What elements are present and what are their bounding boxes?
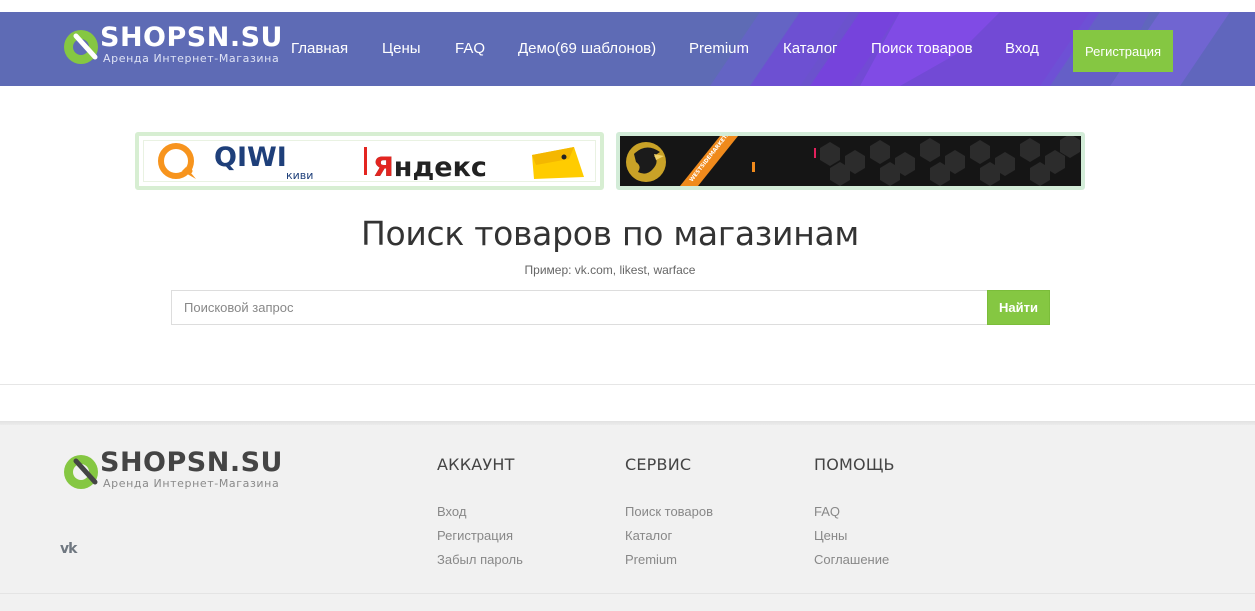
page: SHOPSN.SU Аренда Интернет-Магазина Главн… — [0, 0, 1255, 611]
footer-col-account: АККАУНТ Вход Регистрация Забыл пароль — [437, 455, 523, 576]
nav-home[interactable]: Главная — [291, 40, 348, 57]
footer-col-help: ПОМОЩЬ FAQ Цены Соглашение — [814, 455, 895, 576]
site-header: SHOPSN.SU Аренда Интернет-Магазина Главн… — [0, 12, 1255, 86]
footer-link-login[interactable]: Вход — [437, 504, 523, 528]
site-footer: SHOPSN.SU Аренда Интернет-Магазина vk АК… — [0, 425, 1255, 611]
logo-name: SHOPSN.SU — [100, 22, 283, 53]
search-title: Поиск товаров по магазинам — [361, 214, 859, 253]
register-button[interactable]: Регистрация — [1073, 30, 1173, 72]
footer-links: Поиск товаров Каталог Premium — [625, 504, 713, 576]
footer-link-forgot-password[interactable]: Забыл пароль — [437, 552, 523, 576]
nav-catalog[interactable]: Каталог — [783, 40, 838, 57]
header-logo[interactable]: SHOPSN.SU Аренда Интернет-Магазина — [62, 22, 282, 68]
footer-link-register[interactable]: Регистрация — [437, 528, 523, 552]
footer-links: Вход Регистрация Забыл пароль — [437, 504, 523, 576]
nav-demo[interactable]: Демо(69 шаблонов) — [518, 40, 656, 57]
footer-logo[interactable]: SHOPSN.SU Аренда Интернет-Магазина — [62, 447, 282, 493]
footer-logo-tagline: Аренда Интернет-Магазина — [103, 477, 280, 490]
search-hint: Пример: vk.com, likest, warface — [524, 263, 696, 277]
footer-col-title: АККАУНТ — [437, 455, 515, 474]
westsidemarket-banner-art: WESTSIDEMARKET.COM — [620, 136, 1081, 186]
nav-login[interactable]: Вход — [1005, 40, 1039, 57]
vk-icon[interactable]: vk — [60, 541, 77, 557]
footer-link-faq[interactable]: FAQ — [814, 504, 895, 528]
search-button[interactable]: Найти — [987, 290, 1050, 325]
footer-bottom-line — [0, 593, 1255, 594]
qiwi-sub: киви — [286, 169, 313, 181]
footer-link-product-search[interactable]: Поиск товаров — [625, 504, 713, 528]
footer-logo-badge-icon — [64, 455, 98, 489]
content-divider — [0, 384, 1255, 385]
qiwi-yandex-banner[interactable]: QIWI киви Яндекс Я — [135, 132, 604, 190]
footer-col-title: ПОМОЩЬ — [814, 455, 895, 474]
footer-links: FAQ Цены Соглашение — [814, 504, 895, 576]
footer-link-catalog[interactable]: Каталог — [625, 528, 713, 552]
search-input[interactable] — [171, 290, 987, 325]
nav-premium[interactable]: Premium — [689, 40, 749, 57]
qiwi-word: QIWI — [214, 142, 287, 173]
footer-link-prices[interactable]: Цены — [814, 528, 895, 552]
yandex-y-overlay: Я — [373, 152, 394, 181]
nav-prices[interactable]: Цены — [382, 40, 421, 57]
westsidemarket-banner[interactable]: WESTSIDEMARKET.COM — [616, 132, 1085, 190]
footer-logo-name: SHOPSN.SU — [100, 447, 283, 478]
footer-link-premium[interactable]: Premium — [625, 552, 713, 576]
nav-faq[interactable]: FAQ — [455, 40, 485, 57]
nav-product-search[interactable]: Поиск товаров — [871, 40, 973, 57]
footer-col-title: СЕРВИС — [625, 455, 692, 474]
top-strip — [0, 0, 1255, 12]
footer-col-service: СЕРВИС Поиск товаров Каталог Premium — [625, 455, 713, 576]
logo-tagline: Аренда Интернет-Магазина — [103, 52, 280, 65]
footer-link-agreement[interactable]: Соглашение — [814, 552, 895, 576]
qiwi-banner-art: QIWI киви Яндекс Я — [158, 142, 584, 183]
qiwi-banner-inner: QIWI киви Яндекс Я — [143, 140, 596, 183]
logo-badge-icon — [64, 30, 98, 64]
